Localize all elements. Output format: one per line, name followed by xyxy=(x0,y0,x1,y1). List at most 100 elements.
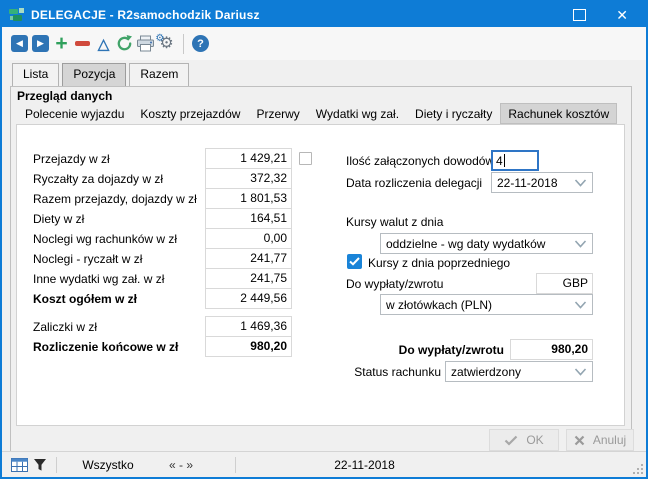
chevron-down-icon xyxy=(574,368,587,376)
print-button[interactable] xyxy=(135,32,156,56)
przejazdy-checkbox[interactable] xyxy=(299,152,312,165)
tab-razem[interactable]: Razem xyxy=(129,63,189,86)
subtab-wydatki-wg-zal[interactable]: Wydatki wg zał. xyxy=(308,103,407,124)
previous-day-rates-label: Kursy z dnia poprzedniego xyxy=(368,256,510,270)
payout-mode-combo[interactable]: w złotówkach (PLN) xyxy=(380,294,593,315)
advances-row: Zaliczki w zł 1 469,36 xyxy=(33,316,292,337)
panel-title: Przegląd danych xyxy=(17,89,112,103)
currency-rates-value: oddzielne - wg daty wydatków xyxy=(386,237,545,251)
cost-row: Razem przejazdy, dojazdy w zł 1 801,53 xyxy=(33,188,312,209)
next-record-button[interactable]: ▶ xyxy=(30,32,51,56)
help-button[interactable]: ? xyxy=(190,32,211,56)
chevron-down-icon xyxy=(574,301,587,309)
previous-icon: ◀ xyxy=(11,35,28,52)
app-icon xyxy=(8,7,25,23)
ok-button-label: OK xyxy=(526,433,543,447)
rachunek-kosztow-content: Przejazdy w zł 1 429,21 Ryczałty za doja… xyxy=(16,124,625,426)
cost-value-field: 241,75 xyxy=(205,268,292,289)
subtab-przerwy[interactable]: Przerwy xyxy=(248,103,307,124)
cancel-button[interactable]: Anuluj xyxy=(566,429,634,451)
payout-currency-field: GBP xyxy=(536,273,593,294)
delete-record-button[interactable] xyxy=(72,32,93,56)
check-icon xyxy=(504,435,518,446)
x-icon xyxy=(574,435,585,446)
cost-row: Ryczałty za dojazdy w zł 372,32 xyxy=(33,168,312,189)
maximize-button[interactable] xyxy=(573,9,586,21)
previous-record-button[interactable]: ◀ xyxy=(9,32,30,56)
cost-value-field: 2 449,56 xyxy=(205,288,292,309)
payout-label: Do wypłaty/zwrotu xyxy=(346,277,443,291)
cost-row: Inne wydatki wg zał. w zł 241,75 xyxy=(33,268,312,289)
text-caret xyxy=(504,154,505,167)
status-bar: Wszystko « - » 22-11-2018 xyxy=(2,451,646,477)
app-window: DELEGACJE - R2samochodzik Dariusz ✕ ◀ ▶ … xyxy=(0,0,648,479)
account-status-combo[interactable]: zatwierdzony xyxy=(445,361,593,382)
add-record-button[interactable]: + xyxy=(51,32,72,56)
subtab-diety-i-ryczalty[interactable]: Diety i ryczałty xyxy=(407,103,500,124)
table-icon xyxy=(11,458,28,472)
checkmark-icon xyxy=(349,257,360,266)
cost-value-field: 164,51 xyxy=(205,208,292,229)
statusbar-date: 22-11-2018 xyxy=(302,458,427,472)
cost-label: Przejazdy w zł xyxy=(33,152,205,166)
funnel-icon xyxy=(33,458,47,472)
final-settlement-field: 980,20 xyxy=(205,336,292,357)
currency-rates-label: Kursy walut z dnia xyxy=(346,215,443,229)
cost-value-field: 0,00 xyxy=(205,228,292,249)
cost-label: Inne wydatki wg zał. w zł xyxy=(33,272,205,286)
cancel-button-label: Anuluj xyxy=(593,433,626,447)
statusbar-separator xyxy=(235,457,236,473)
resize-grip[interactable] xyxy=(633,464,643,474)
subtab-koszty-przejazdow[interactable]: Koszty przejazdów xyxy=(132,103,248,124)
cost-row: Noclegi - ryczałt w zł 241,77 xyxy=(33,248,312,269)
advances-label: Zaliczki w zł xyxy=(33,320,205,334)
cost-value-field: 1 429,21 xyxy=(205,148,292,169)
close-button[interactable]: ✕ xyxy=(616,8,628,22)
cost-value-field: 1 801,53 xyxy=(205,188,292,209)
title-bar[interactable]: DELEGACJE - R2samochodzik Dariusz ✕ xyxy=(2,2,646,27)
plus-icon: + xyxy=(55,34,67,54)
attachments-count-input[interactable]: 4 xyxy=(491,150,539,171)
attachments-count-label: Ilość załączonych dowodów xyxy=(346,154,494,168)
data-review-panel: Przegląd danych Polecenie wyjazdu Koszty… xyxy=(10,86,632,452)
triangle-icon: △ xyxy=(98,35,110,53)
cost-value-field: 372,32 xyxy=(205,168,292,189)
settings-button[interactable]: ⚙⚙ xyxy=(156,32,177,56)
gear-icon: ⚙⚙ xyxy=(159,36,173,52)
refresh-icon xyxy=(115,34,134,53)
subtab-polecenie-wyjazdu[interactable]: Polecenie wyjazdu xyxy=(17,103,132,124)
currency-rates-combo[interactable]: oddzielne - wg daty wydatków xyxy=(380,233,593,254)
small-gear-icon: ⚙ xyxy=(155,31,164,47)
sub-tabs: Polecenie wyjazdu Koszty przejazdów Prze… xyxy=(17,103,617,124)
advances-value-field: 1 469,36 xyxy=(205,316,292,337)
previous-day-rates-checkbox[interactable] xyxy=(347,254,362,269)
cost-label: Ryczałty za dojazdy w zł xyxy=(33,172,205,186)
statusbar-separator xyxy=(56,457,57,473)
cost-row: Noclegi wg rachunków w zł 0,00 xyxy=(33,228,312,249)
tab-pozycja[interactable]: Pozycja xyxy=(62,63,126,86)
printer-icon xyxy=(136,35,155,52)
settlement-summary: Zaliczki w zł 1 469,36 Rozliczenie końco… xyxy=(33,316,292,356)
cost-label: Noclegi wg rachunków w zł xyxy=(33,232,205,246)
settlement-date-combo[interactable]: 22-11-2018 xyxy=(491,172,593,193)
settlement-date-label: Data rozliczenia delegacji xyxy=(346,176,482,190)
toolbar: ◀ ▶ + △ ⚙⚙ ? xyxy=(2,27,646,60)
minus-icon xyxy=(75,41,90,46)
cost-value-field: 241,77 xyxy=(205,248,292,269)
cost-label: Noclegi - ryczałt w zł xyxy=(33,252,205,266)
grid-view-button[interactable] xyxy=(8,453,30,477)
refresh-button[interactable] xyxy=(114,32,135,56)
toolbar-separator xyxy=(183,34,184,54)
cost-row-total: Koszt ogółem w zł 2 449,56 xyxy=(33,288,312,309)
tab-lista[interactable]: Lista xyxy=(12,63,59,86)
filter-button[interactable] xyxy=(30,453,50,477)
help-icon: ? xyxy=(192,35,209,52)
attachments-count-value: 4 xyxy=(496,154,503,168)
cost-row: Diety w zł 164,51 xyxy=(33,208,312,229)
ok-button[interactable]: OK xyxy=(489,429,559,451)
main-tabs: Lista Pozycja Razem xyxy=(12,63,189,86)
edit-record-button[interactable]: △ xyxy=(93,32,114,56)
subtab-rachunek-kosztow[interactable]: Rachunek kosztów xyxy=(500,103,617,124)
cost-label: Razem przejazdy, dojazdy w zł xyxy=(33,192,205,206)
chevron-down-icon xyxy=(574,240,587,248)
